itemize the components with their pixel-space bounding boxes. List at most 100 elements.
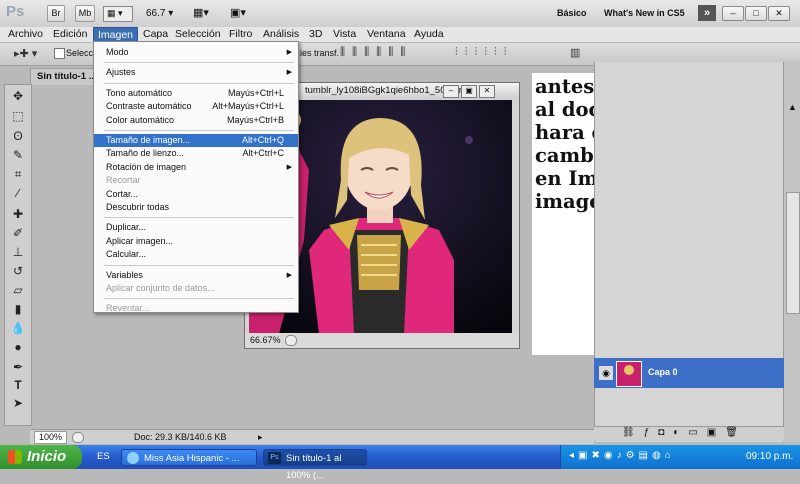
mini-bridge-button[interactable]: Mb [75,5,95,22]
workspace-whats-new[interactable]: What's New in CS5 [604,8,685,18]
image-window-statusbar: 66.67% [245,333,519,348]
layer-visibility-eye-icon[interactable]: ◉ [599,366,613,380]
imagen-menu-item[interactable]: Tamaño de imagen... Alt+Ctrl+Q [94,134,298,147]
imagen-menu-item[interactable]: Color automático Mayús+Ctrl+B [94,114,298,127]
type-tool-icon[interactable]: T [8,378,28,395]
menu-analisis[interactable]: Análisis [259,27,303,42]
workspace-basico[interactable]: Básico [557,8,587,18]
more-workspaces-icon[interactable]: » [698,5,716,21]
marquee-tool-icon[interactable]: ⬚ [8,109,28,126]
restore-icon[interactable]: ▣ [461,85,477,98]
imagen-menu-item[interactable]: Variables ▶ [94,269,298,282]
gradient-tool-icon[interactable]: ▮ [8,302,28,319]
menu-item-label: Color automático [106,114,175,125]
history-brush-icon[interactable]: ↺ [8,264,28,281]
language-indicator[interactable]: ES [97,451,110,462]
document-statusbar: 100% Doc: 29.3 KB/140.6 KB ▸ [30,429,594,444]
close-button[interactable]: ✕ [768,6,790,21]
imagen-menu-item[interactable]: Contraste automático Alt+Mayús+Ctrl+L [94,100,298,113]
menu-vista[interactable]: Vista [329,27,360,42]
imagen-menu-item[interactable]: Duplicar... [94,221,298,234]
imagen-menu-item[interactable]: Aplicar imagen... [94,235,298,248]
menu-capa[interactable]: Capa [139,27,172,42]
imagen-menu-item[interactable]: Ajustes ▶ [94,66,298,79]
imagen-menu-item[interactable]: Descubrir todas [94,201,298,214]
blur-tool-icon[interactable]: 💧 [8,321,28,338]
layer-thumbnail [616,361,642,387]
image-zoom-readout[interactable]: 66.67% [250,333,281,348]
auto-align-icon[interactable]: ▥ [570,46,580,59]
distribute-icons[interactable]: ⫶⫶⫶⫶⫶⫶ [455,46,514,59]
menu-item-shortcut: Alt+Ctrl+C [242,148,284,159]
eyedropper-tool-icon[interactable]: ∕ [8,186,28,203]
menu-archivo[interactable]: Archivo [4,27,47,42]
menu-item-label: Variables [106,269,143,280]
layers-footer: ⛓ƒ◘◐▭▣🗑 [594,426,784,441]
scroll-thumb[interactable] [786,192,800,314]
imagen-menu-item: Recortar [94,174,298,187]
screen-mode-icon[interactable]: ▣▾ [230,6,246,19]
auto-select-label: Selecci [66,48,96,58]
eraser-tool-icon[interactable]: ▱ [8,283,28,300]
move-tool-icon[interactable]: ✥ [8,89,28,106]
menu-item-label: Rotación de imagen [106,161,187,172]
submenu-arrow-icon: ▶ [286,271,292,279]
path-select-icon[interactable]: ➤ [8,396,28,413]
minimize-button[interactable]: – [722,6,744,21]
start-label: Inicio [27,448,67,465]
close-icon[interactable]: ✕ [479,85,495,98]
menu-item-label: Cortar... [106,188,139,199]
status-options-icon[interactable] [285,335,297,346]
maximize-button[interactable]: □ [745,6,767,21]
doc-size-info: Doc: 29.3 KB/140.6 KB [134,432,227,442]
menu-separator [104,217,294,219]
taskbar-item-photoshop[interactable]: Ps Sin título-1 al 100% (... [263,449,367,481]
align-icons[interactable]: ⫼⫼⫼⫼⫼⫼ [340,46,412,59]
pen-tool-icon[interactable]: ✒ [8,360,28,377]
menu-item-label: Contraste automático [106,101,192,112]
menu-ventana[interactable]: Ventana [363,27,410,42]
imagen-menu-item[interactable]: Tono automático Mayús+Ctrl+L [94,87,298,100]
lasso-tool-icon[interactable]: ʘ [8,129,28,146]
panels-scrollbar[interactable]: ▲ [783,62,800,442]
menu-edicion[interactable]: Edición [49,27,91,42]
view-extras-dropdown[interactable]: ▦ ▾ [103,6,133,22]
taskbar-item-browser[interactable]: Miss Asia Hispanic - ... [121,449,257,466]
imagen-menu-item[interactable]: Modo ▶ [94,46,298,59]
arrange-documents-icon[interactable]: ▦▾ [193,6,209,19]
move-tool-preset-icon[interactable]: ▸✚ ▾ [14,47,37,60]
imagen-menu-item[interactable]: Calcular... [94,248,298,261]
menu-ayuda[interactable]: Ayuda [410,27,448,42]
imagen-menu-item[interactable]: Rotación de imagen ▶ [94,161,298,174]
layer-name[interactable]: Capa 0 [648,367,678,377]
zoom-level-dropdown[interactable]: 66.7 ▾ [146,8,173,19]
menu-filtro[interactable]: Filtro [225,27,256,42]
quick-select-tool-icon[interactable]: ✎ [8,148,28,165]
imagen-menu-item[interactable]: Cortar... [94,188,298,201]
start-button[interactable]: Inicio [0,445,82,469]
tray-icons[interactable]: ◂▣✖◉♪⚙▤◍⌂ [569,450,675,461]
menu-3d[interactable]: 3D [305,27,326,42]
submenu-arrow-icon: ▶ [286,163,292,171]
layer-actions-icons[interactable]: ⛓ƒ◘◐▭▣🗑 [622,427,747,438]
crop-tool-icon[interactable]: ⌗ [8,167,28,184]
brush-tool-icon[interactable]: ✐ [8,226,28,243]
layer-row[interactable]: ◉ Capa 0 [594,358,784,388]
menu-seleccion[interactable]: Selección [171,27,225,42]
menu-item-label: Tono automático [106,87,173,98]
status-arrow-icon[interactable]: ▸ [258,430,263,444]
scroll-up-icon[interactable]: ▲ [788,102,797,112]
healing-brush-icon[interactable]: ✚ [8,207,28,224]
minimize-icon[interactable]: – [443,85,459,98]
bridge-button[interactable]: Br [47,5,65,22]
clone-stamp-icon[interactable]: ⊥ [8,245,28,262]
submenu-arrow-icon: ▶ [286,49,292,56]
menu-item-label: Calcular... [106,249,147,260]
auto-select-checkbox[interactable] [54,48,65,59]
dodge-tool-icon[interactable]: ● [8,340,28,357]
menu-item-label: Tamaño de imagen... [106,135,191,145]
zoom-input[interactable]: 100% [34,431,68,444]
imagen-menu-item[interactable]: Tamaño de lienzo... Alt+Ctrl+C [94,147,298,160]
clock: 09:10 p.m. [746,451,794,462]
status-menu-icon[interactable] [72,432,84,443]
